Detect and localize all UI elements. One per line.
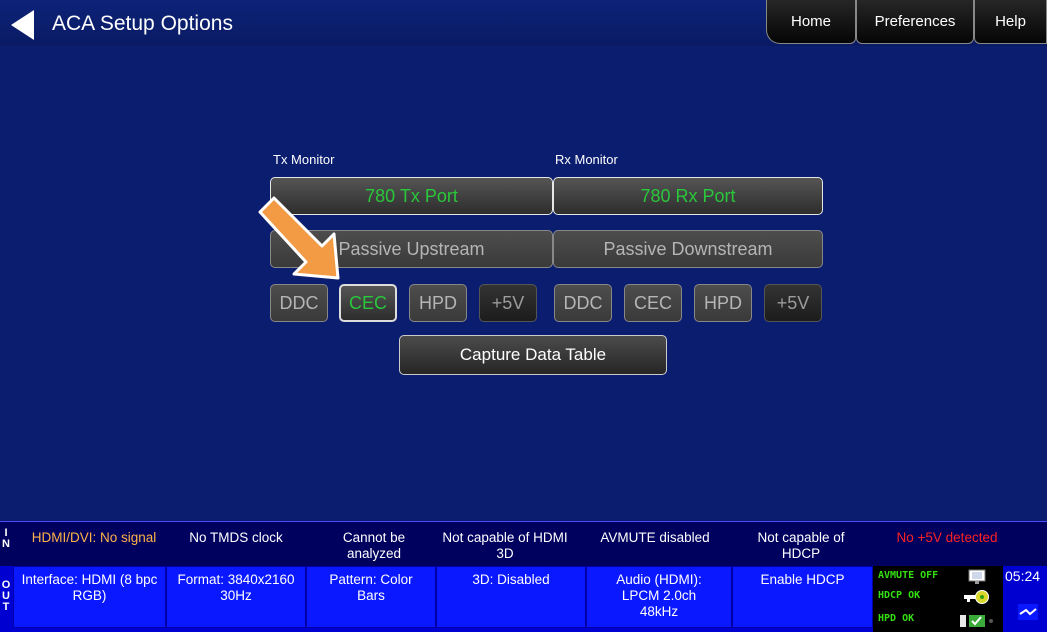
hdcp-status: Not capable of HDCP [757, 530, 845, 561]
indicator-panel: AVMUTE OFF HDCP OK HPD OK [873, 566, 1003, 632]
passive-downstream-button[interactable]: Passive Downstream [553, 230, 823, 268]
in-side-label: IN [2, 527, 10, 550]
tx-port-button[interactable]: 780 Tx Port [270, 177, 553, 215]
hdmi-3d-status: Not capable of HDMI 3D [442, 530, 568, 561]
title-bar: ACA Setup Options Home Preferences Help [0, 0, 1047, 46]
avmute-indicator: AVMUTE OFF [878, 570, 939, 581]
analysis-status: Cannot be analyzed [342, 530, 406, 561]
pattern-button[interactable]: Pattern: Color Bars [306, 566, 436, 628]
tx-ddc-button[interactable]: DDC [270, 284, 328, 322]
tx-cec-button[interactable]: CEC [339, 284, 397, 322]
rx-hpd-button[interactable]: HPD [694, 284, 752, 322]
rx-ddc-button[interactable]: DDC [554, 284, 612, 322]
page-title: ACA Setup Options [52, 12, 233, 35]
out-side-label: OUT [1, 579, 11, 613]
3d-button[interactable]: 3D: Disabled [436, 566, 586, 628]
plus5v-status: No +5V detected [896, 530, 998, 545]
signal-status: HDMI/DVI: No signal [31, 530, 157, 545]
rx-monitor-label: Rx Monitor [555, 152, 618, 167]
key-icon [964, 590, 989, 604]
interface-button[interactable]: Interface: HDMI (8 bpc RGB) [13, 566, 166, 628]
passive-upstream-button[interactable]: Passive Upstream [270, 230, 553, 268]
cable-icon [1018, 604, 1038, 620]
input-status-row: IN HDMI/DVI: No signal No TMDS clock Can… [0, 521, 1047, 566]
home-tab[interactable]: Home [766, 0, 856, 44]
tx-hpd-button[interactable]: HPD [409, 284, 467, 322]
toggle-icon [960, 615, 993, 627]
capture-data-table-button[interactable]: Capture Data Table [399, 335, 667, 375]
output-status-row: OUT Interface: HDMI (8 bpc RGB) Format: … [0, 566, 1047, 632]
hpd-indicator: HPD OK [878, 613, 915, 624]
clock-display: 05:24 [1005, 568, 1041, 584]
help-tab[interactable]: Help [974, 0, 1047, 44]
enable-hdcp-button[interactable]: Enable HDCP [732, 566, 873, 628]
preferences-tab[interactable]: Preferences [856, 0, 974, 44]
hdcp-indicator: HDCP OK [878, 590, 921, 601]
tx-monitor-label: Tx Monitor [273, 152, 335, 167]
rx-cec-button[interactable]: CEC [624, 284, 682, 322]
screen: ACA Setup Options Home Preferences Help … [0, 0, 1047, 632]
format-button[interactable]: Format: 3840x2160 30Hz [166, 566, 306, 628]
avmute-status: AVMUTE disabled [600, 530, 710, 545]
back-arrow-icon[interactable] [8, 8, 38, 42]
audio-button[interactable]: Audio (HDMI): LPCM 2.0ch 48kHz [586, 566, 732, 628]
rx-port-button[interactable]: 780 Rx Port [553, 177, 823, 215]
monitor-icon [968, 569, 986, 584]
rx-5v-button[interactable]: +5V [764, 284, 822, 322]
tx-5v-button[interactable]: +5V [479, 284, 537, 322]
tmds-clock-status: No TMDS clock [189, 530, 283, 545]
